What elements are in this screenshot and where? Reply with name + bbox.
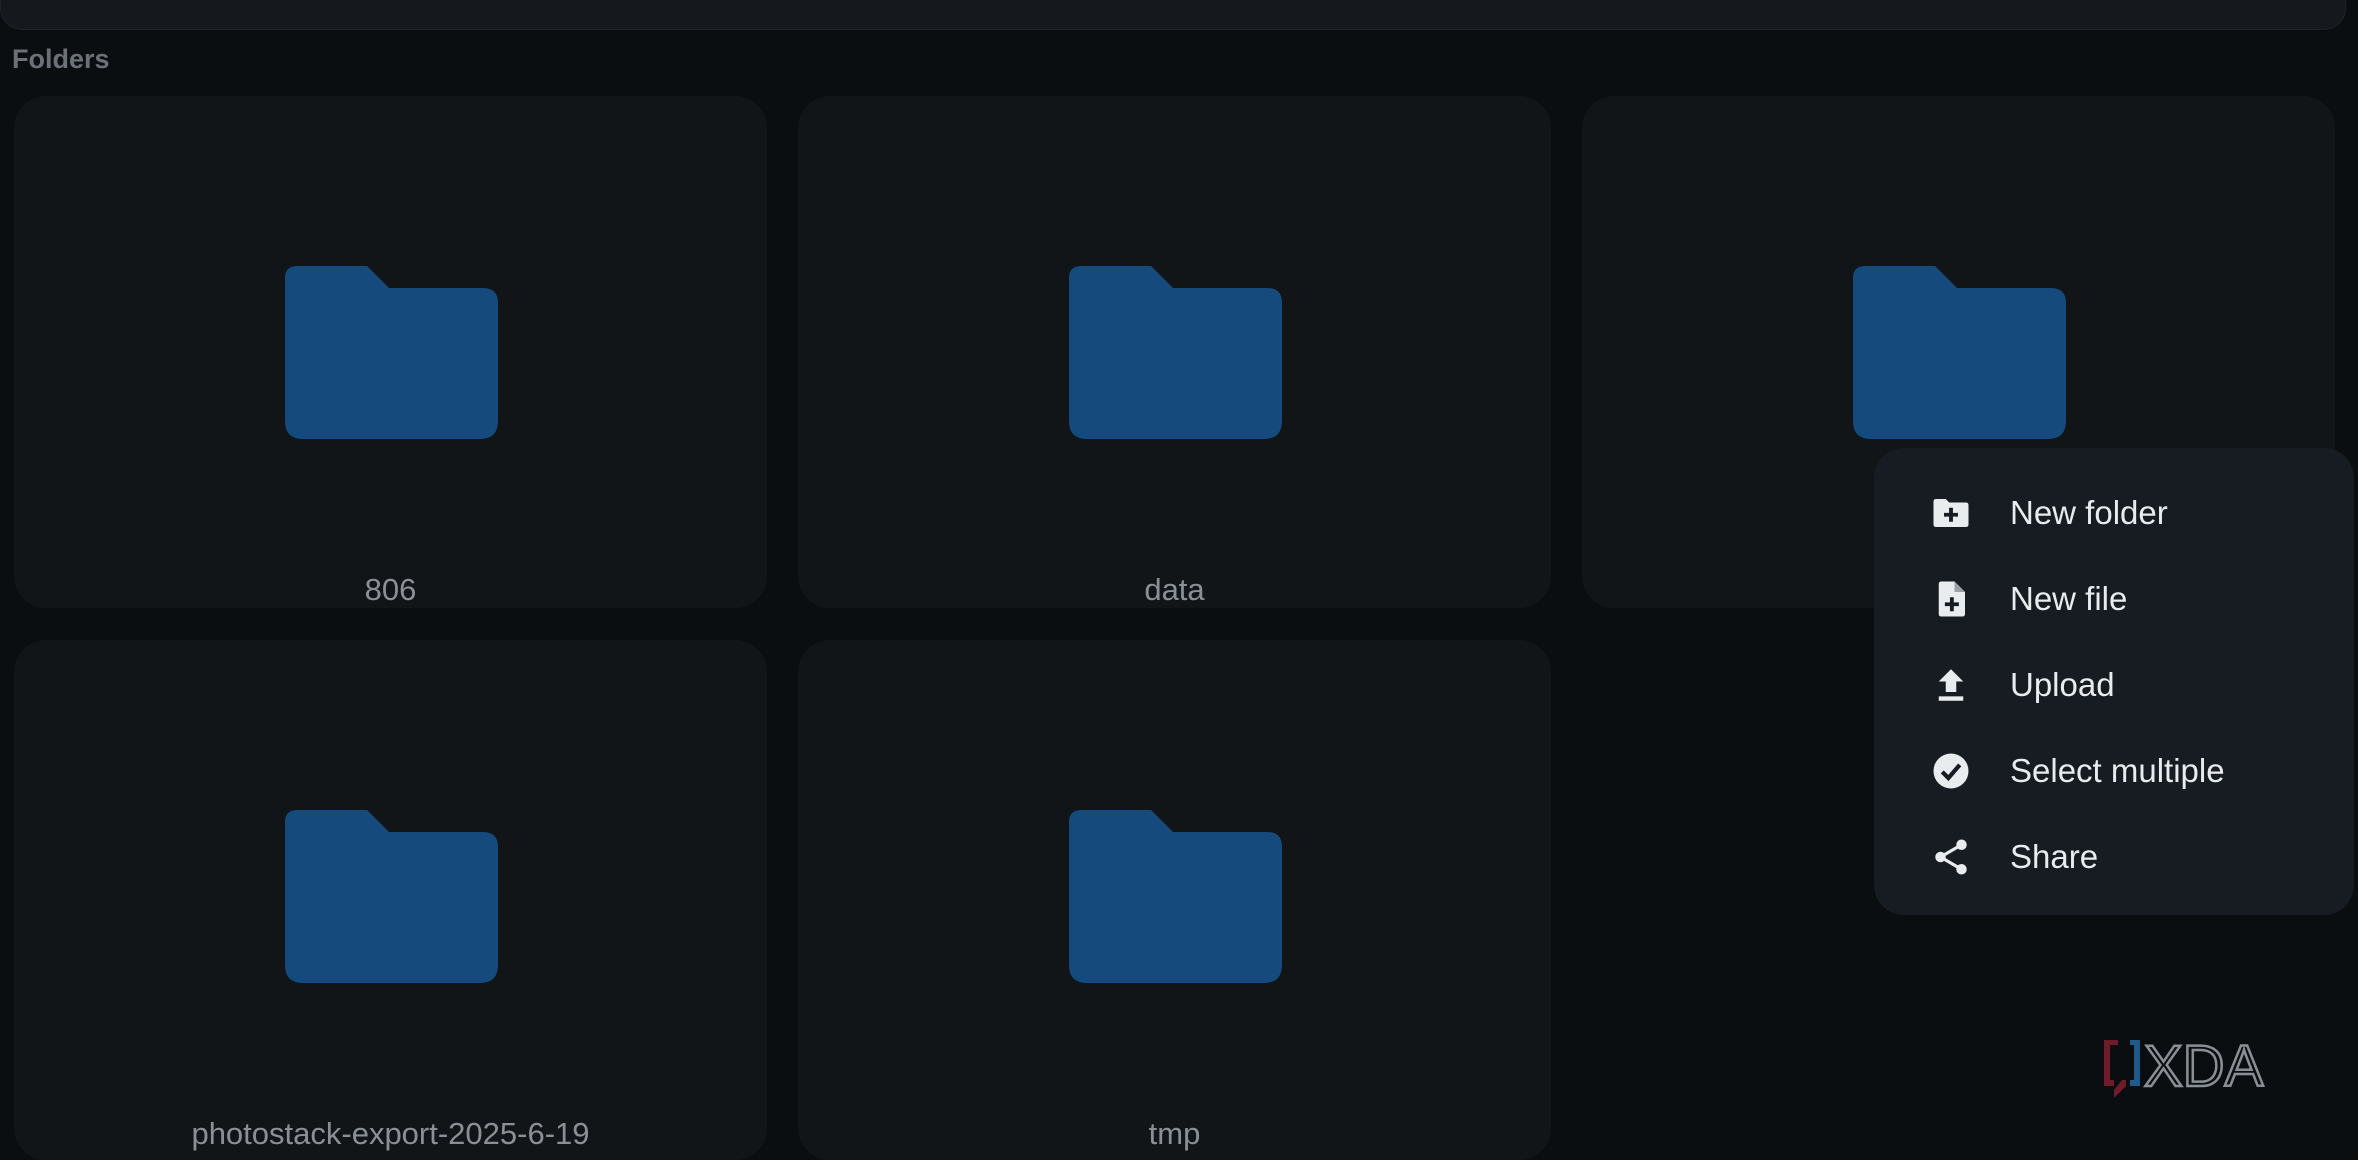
folder-card-tmp[interactable]: tmp [798,640,1551,1160]
folder-name: photostack-export-2025-6-19 [191,1116,590,1151]
menu-item-share[interactable]: Share [1874,814,2354,900]
folder-name: data [1144,572,1205,607]
check-circle-icon [1930,750,1972,792]
folder-icon [284,266,498,439]
svg-text:XDA: XDA [2144,1034,2264,1099]
menu-item-label: Share [2010,838,2099,875]
folder-card-photostack[interactable]: photostack-export-2025-6-19 [14,640,767,1160]
upload-icon [1930,664,1972,706]
folder-name: tmp [1148,1116,1201,1151]
share-icon [1930,836,1972,878]
folder-icon [284,810,498,983]
menu-item-label: Select multiple [2010,752,2225,789]
context-menu: New folder New file Upload Select multip… [1874,448,2354,915]
menu-item-label: New file [2010,580,2128,617]
menu-item-select-multiple[interactable]: Select multiple [1874,728,2354,814]
folder-icon [1852,266,2066,439]
menu-item-label: New folder [2010,494,2168,531]
folder-card-806[interactable]: 806 [14,96,767,608]
menu-item-new-file[interactable]: New file [1874,556,2354,642]
menu-item-upload[interactable]: Upload [1874,642,2354,728]
folder-icon [1068,266,1282,439]
search-bar[interactable] [0,0,2346,30]
menu-item-new-folder[interactable]: New folder [1874,470,2354,556]
new-file-icon [1930,578,1972,620]
new-folder-icon [1930,492,1972,534]
folder-name: 806 [364,572,417,607]
section-title: Folders [12,44,110,74]
folder-card-data[interactable]: data [798,96,1551,608]
xda-logo: XDA [2104,1034,2265,1100]
menu-item-label: Upload [2010,666,2115,703]
folder-icon [1068,810,1282,983]
